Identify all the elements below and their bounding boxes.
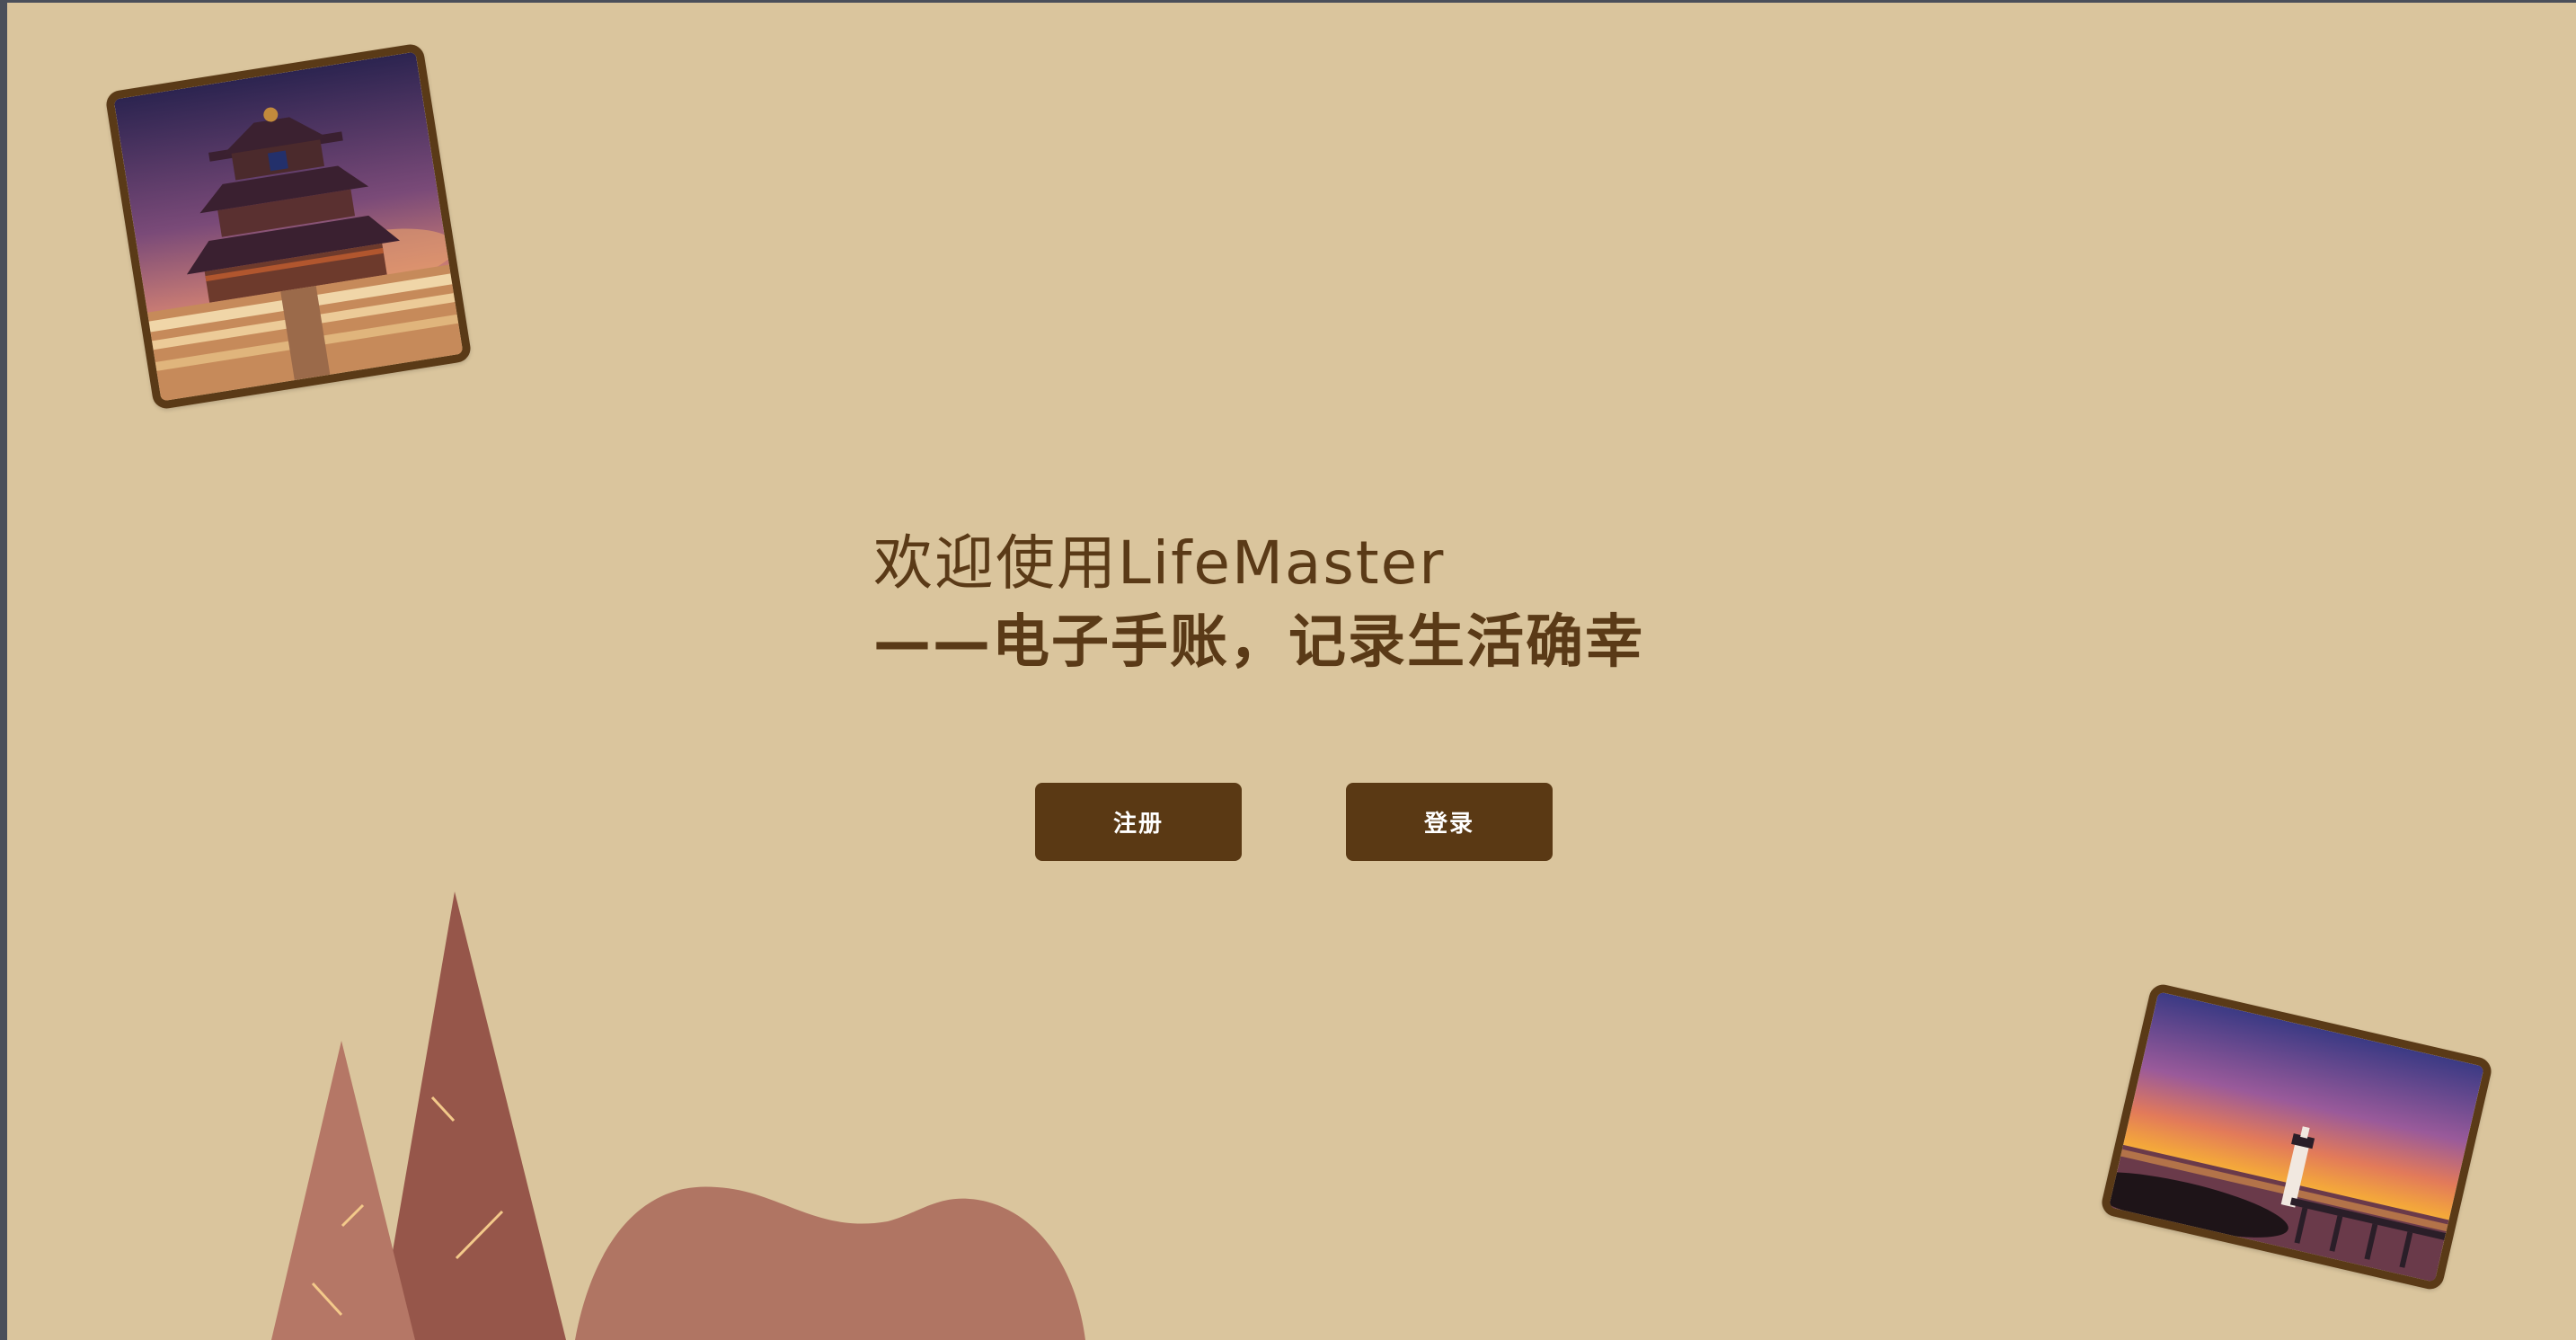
login-button[interactable]: 登录 (1346, 783, 1553, 861)
landing-page: 欢迎使用LifeMaster ——电子手账，记录生活确幸 注册 登录 (7, 3, 2576, 1340)
register-button[interactable]: 注册 (1035, 783, 1242, 861)
welcome-subtitle: ——电子手账，记录生活确幸 (873, 609, 1644, 676)
tall-tree-shape (377, 892, 566, 1340)
temple-photo-image (113, 51, 464, 402)
welcome-headline: 欢迎使用LifeMaster ——电子手账，记录生活确幸 (873, 522, 1644, 680)
short-tree-shape (271, 1041, 415, 1340)
temple-photo (104, 42, 473, 411)
hill-shape (575, 1186, 1085, 1340)
welcome-title: 欢迎使用LifeMaster (873, 528, 1446, 598)
lighthouse-photo (2099, 981, 2494, 1292)
lighthouse-photo-image (2109, 991, 2484, 1282)
